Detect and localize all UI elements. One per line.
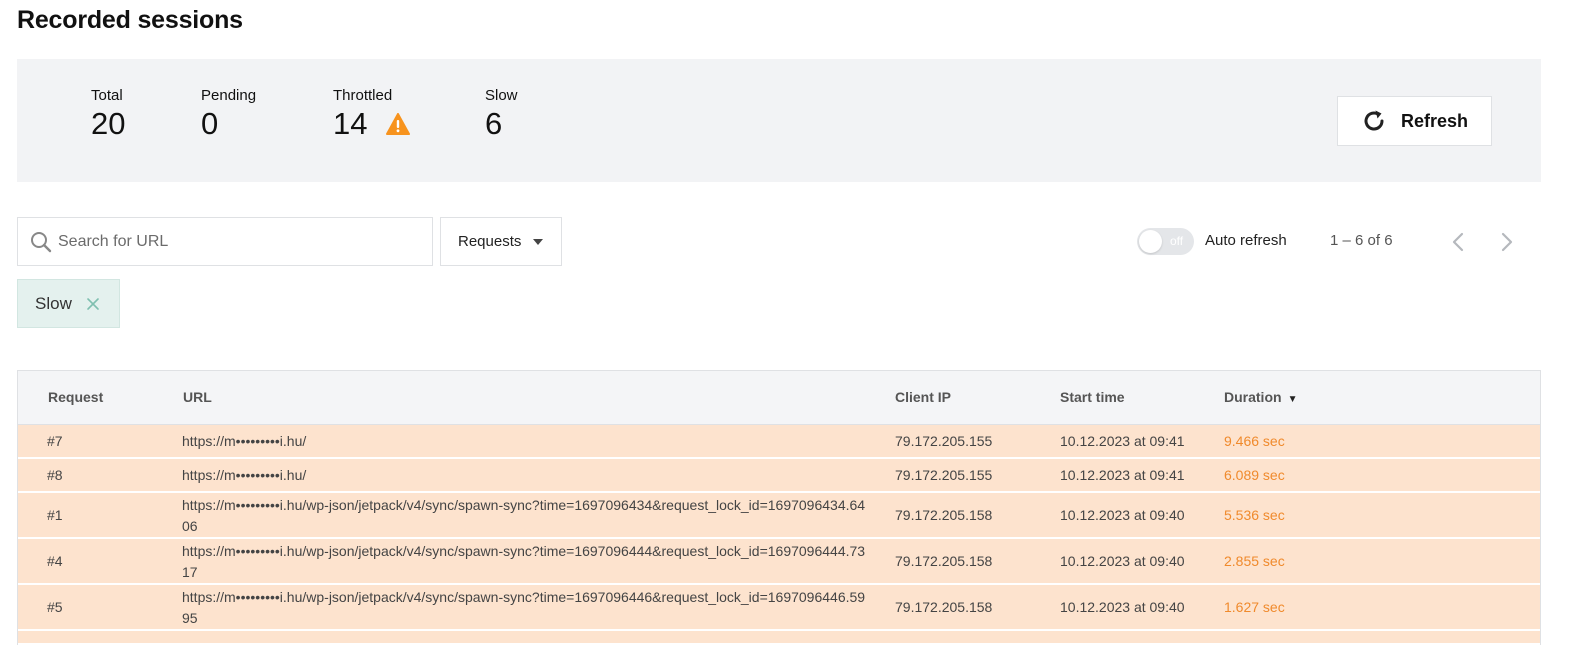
cell-client-ip: 79.172.205.158 bbox=[895, 553, 993, 569]
cell-url: https://m•••••••••i.hu/wp-json/jetpack/v… bbox=[182, 543, 866, 580]
auto-refresh-toggle[interactable]: off bbox=[1137, 228, 1194, 255]
cell-request: #5 bbox=[47, 599, 63, 615]
cell-duration: 9.466 sec bbox=[1224, 433, 1285, 449]
cell-request: #8 bbox=[47, 467, 63, 483]
cell-request: #1 bbox=[47, 507, 63, 523]
stat-label: Throttled bbox=[333, 87, 393, 104]
cell-duration: 2.855 sec bbox=[1224, 553, 1285, 569]
search-input[interactable] bbox=[58, 232, 418, 251]
stat-slow: Slow 6 bbox=[485, 87, 518, 142]
cell-url: https://m•••••••••i.hu/ bbox=[182, 467, 307, 483]
filter-chip-label: Slow bbox=[35, 293, 72, 313]
warning-icon bbox=[385, 113, 410, 140]
table-row[interactable]: #8 https://m•••••••••i.hu/ 79.172.205.15… bbox=[18, 459, 1540, 493]
search-icon bbox=[30, 231, 52, 253]
cell-client-ip: 79.172.205.155 bbox=[895, 433, 993, 449]
cell-start-time: 10.12.2023 at 09:40 bbox=[1060, 553, 1185, 569]
refresh-button[interactable]: Refresh bbox=[1337, 96, 1492, 146]
column-header-start-time[interactable]: Start time bbox=[1060, 389, 1125, 405]
toggle-state-text: off bbox=[1170, 234, 1184, 248]
table-row[interactable] bbox=[18, 631, 1540, 645]
cell-start-time: 10.12.2023 at 09:41 bbox=[1060, 433, 1185, 449]
cell-request: #7 bbox=[47, 433, 63, 449]
chevron-right-icon bbox=[1500, 232, 1514, 252]
close-icon[interactable] bbox=[86, 297, 100, 311]
table-row[interactable]: #5 https://m•••••••••i.hu/wp-json/jetpac… bbox=[18, 585, 1540, 631]
stat-label: Total bbox=[91, 87, 123, 104]
cell-start-time: 10.12.2023 at 09:40 bbox=[1060, 507, 1185, 523]
column-header-url[interactable]: URL bbox=[183, 389, 212, 405]
auto-refresh-label: Auto refresh bbox=[1205, 232, 1287, 249]
sort-desc-icon: ▼ bbox=[1287, 394, 1298, 405]
requests-dropdown[interactable]: Requests bbox=[440, 217, 562, 266]
search-box[interactable] bbox=[17, 217, 433, 266]
column-header-request[interactable]: Request bbox=[48, 389, 103, 405]
cell-client-ip: 79.172.205.158 bbox=[895, 599, 993, 615]
stat-total: Total 20 bbox=[91, 87, 125, 142]
cell-duration: 6.089 sec bbox=[1224, 467, 1285, 483]
requests-dropdown-label: Requests bbox=[458, 233, 522, 250]
cell-duration: 5.536 sec bbox=[1224, 507, 1285, 523]
refresh-icon bbox=[1361, 108, 1387, 134]
table-row[interactable]: #7 https://m•••••••••i.hu/ 79.172.205.15… bbox=[18, 425, 1540, 459]
column-header-duration[interactable]: Duration ▼ bbox=[1224, 389, 1297, 405]
stat-label: Slow bbox=[485, 87, 518, 104]
column-header-client-ip[interactable]: Client IP bbox=[895, 389, 951, 405]
stat-value: 6 bbox=[485, 106, 503, 141]
chevron-left-icon bbox=[1451, 232, 1465, 252]
cell-client-ip: 79.172.205.158 bbox=[895, 507, 993, 523]
toggle-knob bbox=[1139, 230, 1162, 253]
cell-duration: 1.627 sec bbox=[1224, 599, 1285, 615]
refresh-label: Refresh bbox=[1400, 110, 1469, 131]
caret-down-icon bbox=[533, 238, 544, 245]
table-row[interactable]: #4 https://m•••••••••i.hu/wp-json/jetpac… bbox=[18, 539, 1540, 585]
cell-request: #4 bbox=[47, 553, 63, 569]
sessions-table: Request URL Client IP Start time Duratio… bbox=[17, 370, 1541, 645]
cell-url: https://m•••••••••i.hu/ bbox=[182, 433, 307, 449]
cell-start-time: 10.12.2023 at 09:41 bbox=[1060, 467, 1185, 483]
stat-value: 0 bbox=[201, 106, 219, 141]
cell-url: https://m•••••••••i.hu/wp-json/jetpack/v… bbox=[182, 497, 866, 534]
cell-url: https://m•••••••••i.hu/wp-json/jetpack/v… bbox=[182, 589, 866, 626]
next-page-button[interactable] bbox=[1493, 228, 1521, 256]
table-row[interactable]: #1 https://m•••••••••i.hu/wp-json/jetpac… bbox=[18, 493, 1540, 539]
cell-start-time: 10.12.2023 at 09:40 bbox=[1060, 599, 1185, 615]
stat-value: 14 bbox=[333, 106, 368, 141]
pagination-range: 1 – 6 of 6 bbox=[1330, 232, 1393, 249]
stat-pending: Pending 0 bbox=[201, 87, 256, 142]
cell-client-ip: 79.172.205.155 bbox=[895, 467, 993, 483]
column-header-duration-label: Duration bbox=[1224, 389, 1282, 405]
previous-page-button[interactable] bbox=[1444, 228, 1472, 256]
table-header: Request URL Client IP Start time Duratio… bbox=[18, 371, 1540, 425]
stats-panel: Total 20 Pending 0 Throttled 14 Slow 6 R… bbox=[17, 59, 1541, 182]
stat-throttled: Throttled 14 bbox=[333, 87, 410, 142]
stat-label: Pending bbox=[201, 87, 257, 104]
page-title: Recorded sessions bbox=[17, 6, 243, 34]
stat-value: 20 bbox=[91, 106, 126, 141]
filter-chip-slow: Slow bbox=[17, 279, 120, 328]
